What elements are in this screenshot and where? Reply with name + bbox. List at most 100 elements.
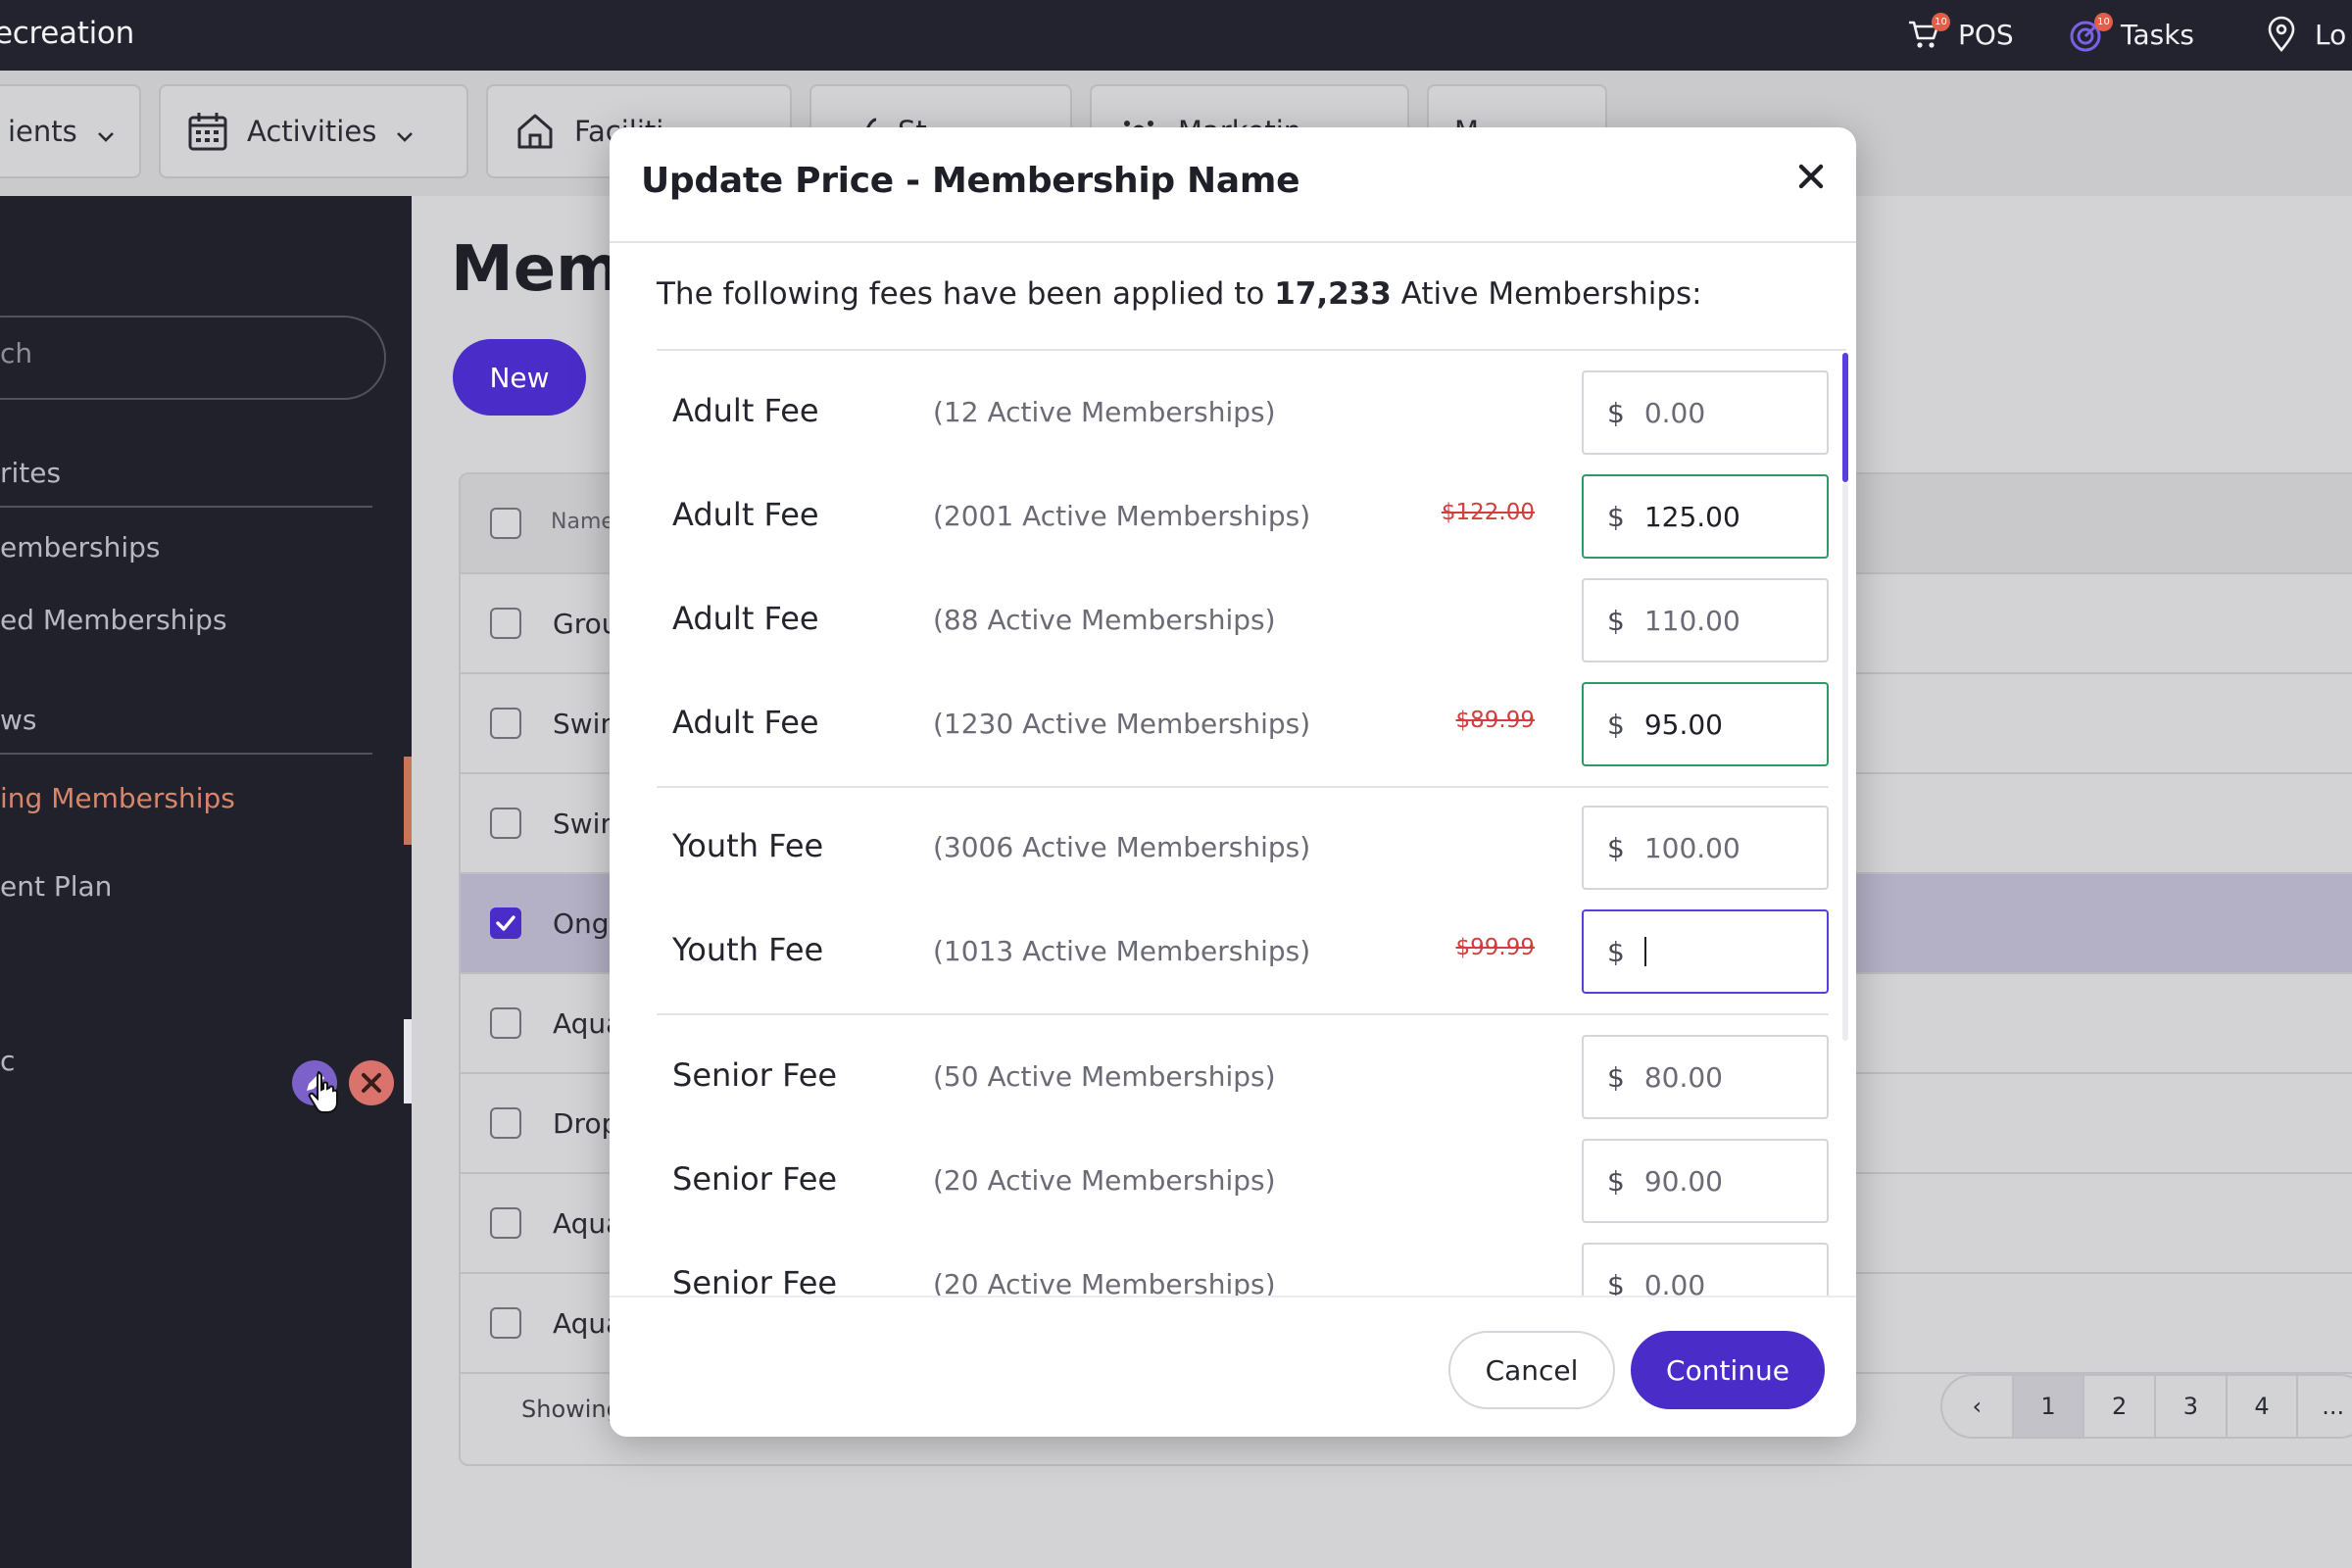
scrollbar-thumb[interactable] [404,1019,412,1103]
sidebar-search-placeholder: ch [0,337,33,369]
fee-price-value: 95.00 [1643,708,1723,741]
currency-symbol: $ [1607,1060,1625,1094]
pagination-page-1[interactable]: 1 [2013,1376,2085,1437]
row-checkbox[interactable] [490,708,521,739]
row-checkbox[interactable] [490,608,521,639]
fee-name: Adult Fee [672,704,819,741]
fee-old-price: $89.99 [1455,708,1535,733]
currency-symbol: $ [1607,396,1625,429]
modal-close-button[interactable] [1791,157,1831,196]
target-icon: 10 [2068,13,2113,54]
modal-header: Update Price - Membership Name [610,127,1856,243]
fee-row: Senior Fee (20 Active Memberships) $ 90.… [657,1139,1829,1223]
fee-price-input[interactable]: $ 90.00 [1582,1139,1829,1223]
fee-row: Adult Fee (2001 Active Memberships) $122… [657,474,1829,559]
row-checkbox[interactable] [490,1007,521,1039]
modal-footer: Cancel Continue [610,1296,1856,1437]
fee-old-price: $122.00 [1441,500,1535,525]
fee-row: Youth Fee (1013 Active Memberships) $99.… [657,909,1829,994]
app-brand[interactable]: ecreation [0,16,134,51]
currency-symbol: $ [1607,708,1625,741]
fee-name: Adult Fee [672,600,819,637]
location-button[interactable]: Lo [2262,12,2346,57]
pagination-page-2[interactable]: 2 [2084,1376,2157,1437]
top-bar: ecreation 10 POS 10 Tasks Lo [0,0,2352,71]
fee-active-count: (2001 Active Memberships) [933,500,1311,532]
modal-intro: The following fees have been applied to … [657,276,1702,312]
divider [0,753,372,755]
fee-price-input[interactable]: $ 100.00 [1582,806,1829,890]
nav-tab-activities[interactable]: Activities [159,84,468,178]
fee-active-count: (1230 Active Memberships) [933,708,1311,740]
fee-active-count: (3006 Active Memberships) [933,831,1311,863]
pos-label: POS [1958,18,2014,51]
select-all-checkbox[interactable] [490,508,521,539]
nav-tab-label: Activities [247,115,377,148]
fee-active-count: (1013 Active Memberships) [933,935,1311,967]
fee-price-input[interactable]: $ 80.00 [1582,1035,1829,1119]
currency-symbol: $ [1607,831,1625,864]
pagination-page-3[interactable]: 3 [2156,1376,2228,1437]
nav-tab-label: ients [8,115,77,148]
fee-row: Adult Fee (88 Active Memberships) $ 110.… [657,578,1829,662]
close-icon [1798,164,1824,189]
location-label: Lo [2315,18,2347,51]
sidebar-search-input[interactable] [0,316,386,400]
group-divider [657,1013,1829,1015]
row-checkbox[interactable] [490,1207,521,1239]
fee-price-input[interactable]: $ 110.00 [1582,578,1829,662]
fee-name: Adult Fee [672,496,819,533]
tasks-badge: 10 [2094,13,2113,31]
pagination-ellipsis[interactable]: ... [2298,1376,2352,1437]
sidebar-item-ongoing-memberships[interactable]: ing Memberships [0,782,235,814]
fee-price-input[interactable]: $ 0.00 [1582,370,1829,455]
row-name: Swin [553,808,618,840]
row-name: Swin [553,708,618,740]
fee-active-count: (50 Active Memberships) [933,1060,1276,1093]
home-icon [514,110,557,153]
cart-icon: 10 [1905,13,1950,54]
row-checkbox-checked[interactable] [490,907,521,939]
fee-price-value: 90.00 [1643,1164,1723,1198]
pagination-page-4[interactable]: 4 [2228,1376,2299,1437]
tasks-button[interactable]: 10 Tasks [2068,12,2194,57]
continue-button[interactable]: Continue [1631,1331,1825,1409]
checkmark-icon [496,915,515,931]
row-checkbox[interactable] [490,808,521,839]
fee-name: Youth Fee [672,827,824,864]
fee-row: Adult Fee (1230 Active Memberships) $89.… [657,682,1829,766]
favorites-heading: rites [0,457,62,489]
calendar-icon [186,110,229,153]
fee-price-input[interactable]: $ 95.00 [1582,682,1829,766]
chevron-down-icon [95,121,117,142]
divider [0,506,372,508]
sidebar-item-memberships[interactable]: emberships [0,531,161,564]
cancel-button[interactable]: Cancel [1448,1331,1615,1409]
hand-cursor-icon [308,1071,338,1113]
intro-count: 17,233 [1274,276,1392,312]
fee-price-value: 100.00 [1643,831,1740,864]
modal-title: Update Price - Membership Name [641,161,1300,201]
update-price-modal: Update Price - Membership Name The follo… [610,127,1856,1437]
fee-name: Youth Fee [672,931,824,968]
tasks-label: Tasks [2121,18,2195,51]
fee-price-input-focused[interactable]: $ [1582,909,1829,994]
new-button[interactable]: New [453,339,586,416]
column-header-name[interactable]: Name [551,510,614,534]
row-checkbox[interactable] [490,1307,521,1339]
fee-active-count: (88 Active Memberships) [933,604,1276,636]
row-checkbox[interactable] [490,1107,521,1139]
fee-price-value: 110.00 [1643,604,1740,637]
remove-button[interactable] [349,1060,394,1105]
fee-row: Senior Fee (50 Active Memberships) $ 80.… [657,1035,1829,1119]
pos-button[interactable]: 10 POS [1905,12,2014,57]
close-icon [362,1073,381,1093]
fee-active-count: (20 Active Memberships) [933,1164,1276,1197]
pagination-prev-button[interactable]: ‹ [1942,1376,2014,1437]
sidebar-item-payment-plan[interactable]: ent Plan [0,870,112,903]
fee-price-input[interactable]: $ 125.00 [1582,474,1829,559]
active-indicator [404,757,412,845]
sidebar-item-archived-memberships[interactable]: ed Memberships [0,604,227,636]
nav-tab-clients[interactable]: ients [0,84,141,178]
sidebar-item-editing[interactable]: c [0,1045,15,1077]
